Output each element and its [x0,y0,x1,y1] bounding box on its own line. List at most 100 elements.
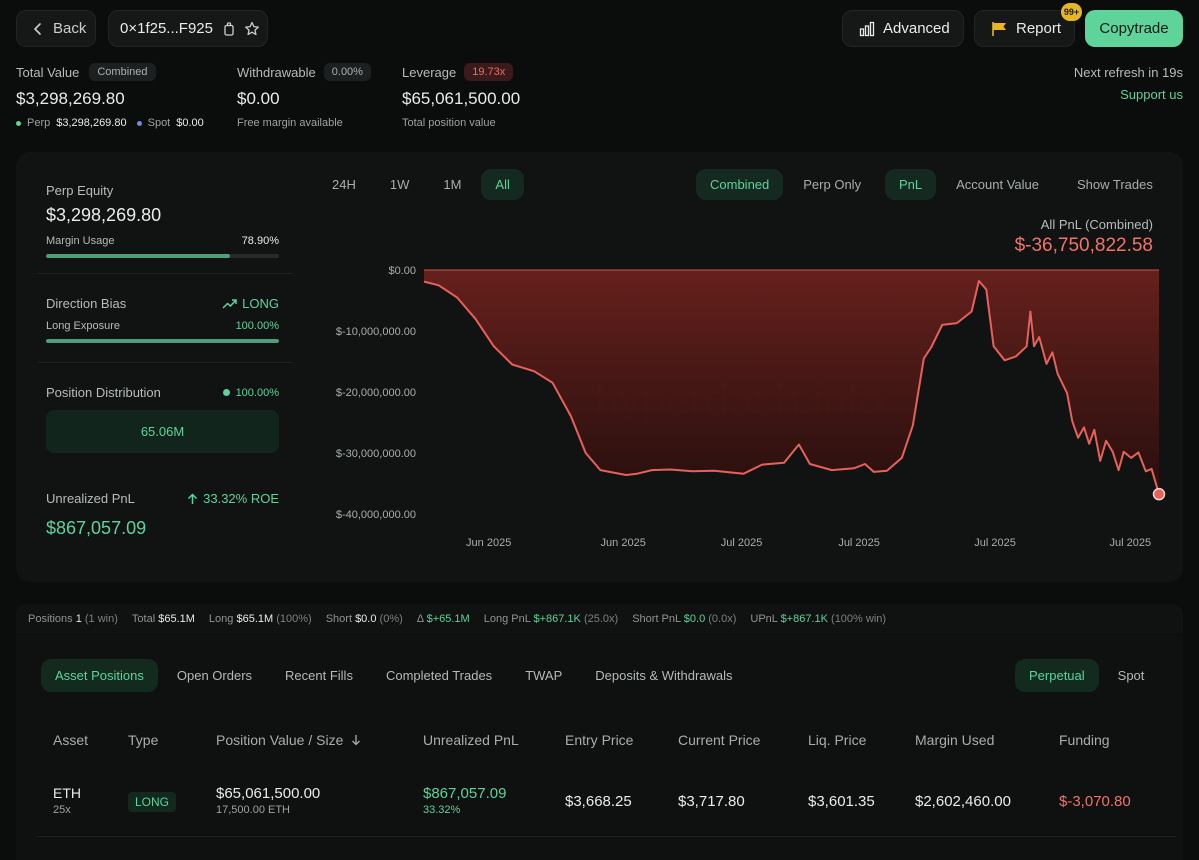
direction-bias-label: Direction Bias [46,296,127,311]
range-all[interactable]: All [481,169,524,200]
market-tabs: Perpetual Spot [1015,659,1158,692]
y-tick-label: $-20,000,000.00 [336,387,416,399]
direction-bias-value: LONG [242,296,279,311]
spot-label: Spot [147,117,171,129]
star-icon[interactable] [244,21,260,37]
position-distribution-section: Position Distribution 100.00% 65.06M [46,385,279,453]
support-link[interactable]: Support us [1120,87,1183,102]
th-funding[interactable]: Funding [1059,732,1110,748]
withdrawable-block: Withdrawable 0.00% $0.00 Free margin ava… [237,63,371,129]
row-current-price: $3,717.80 [678,793,745,810]
y-tick-label: $-10,000,000.00 [336,326,416,338]
stat-short-pnl-value: $0.0 [683,613,706,625]
stat-delta-label: Δ [416,613,424,625]
th-current-price[interactable]: Current Price [678,732,760,748]
range-24h[interactable]: 24H [318,169,370,200]
x-tick-label: Jul 2025 [721,537,763,549]
row-liq-price: $3,601.35 [808,793,875,810]
combined-badge: Combined [89,63,156,81]
flag-icon [991,21,1008,37]
withdrawable-sub: Free margin available [237,117,343,129]
market-tab-spot[interactable]: Spot [1104,659,1159,692]
show-trades-toggle[interactable]: Show Trades [1063,169,1167,200]
tab-recent-fills[interactable]: Recent Fills [271,659,367,692]
stat-long-pnl-sub: (25.0x) [583,613,619,625]
x-tick-label: Jun 2025 [466,537,511,549]
th-type[interactable]: Type [128,732,158,748]
x-tick-label: Jul 2025 [838,537,880,549]
tab-asset-positions[interactable]: Asset Positions [41,659,158,692]
x-tick-label: Jul 2025 [974,537,1016,549]
row-upnl-pct: 33.32% [423,804,461,816]
mode-selector: Combined Perp Only [696,169,875,200]
unrealized-pnl-section: Unrealized PnL 33.32% ROE $867,057.09 [46,491,279,539]
y-tick-label: $-40,000,000.00 [336,509,416,521]
unrealized-roe: 33.32% ROE [203,491,279,506]
stat-delta-value: $+65.1M [426,613,470,625]
copy-icon[interactable] [222,21,236,36]
row-position-value: $65,061,500.00 [216,785,321,802]
range-selector: 24H 1W 1M All [318,169,524,200]
stat-upnl-label: UPnL [750,613,778,625]
perp-label: Perp [27,117,51,129]
table-header: Asset Type Position Value / Size Unreali… [16,720,1183,762]
bar-chart-icon [859,21,875,37]
stat-positions-sub: (1 win) [84,613,118,625]
range-1w[interactable]: 1W [376,169,424,200]
table-row[interactable]: ETH 25x LONG $65,061,500.00 17,500.00 ET… [16,762,1183,836]
perp-value: $3,298,269.80 [56,117,127,129]
withdrawable-badge: 0.00% [323,63,371,81]
copytrade-button[interactable]: Copytrade [1085,10,1183,47]
stat-upnl-sub: (100% win) [831,613,887,625]
margin-usage-label: Margin Usage [46,235,115,247]
divider [38,273,293,274]
back-button[interactable]: Back [16,10,96,47]
stat-positions-value: 1 [75,613,82,625]
th-margin-used[interactable]: Margin Used [915,732,994,748]
long-exposure-value: 100.00% [235,320,279,332]
th-liq-price[interactable]: Liq. Price [808,732,866,748]
th-unrealized-pnl[interactable]: Unrealized PnL [423,732,519,748]
withdrawable-label: Withdrawable [237,64,316,80]
total-value-label: Total Value [16,64,80,80]
mode-perp-only[interactable]: Perp Only [789,169,875,200]
long-exposure-fill [46,339,279,343]
tab-deposits-withdrawals[interactable]: Deposits & Withdrawals [581,659,746,692]
market-tab-perpetual[interactable]: Perpetual [1015,659,1099,692]
th-entry-price[interactable]: Entry Price [565,732,633,748]
x-tick-label: Jun 2025 [601,537,646,549]
leverage-value: $65,061,500.00 [402,89,521,108]
refresh-timer: Next refresh in 19s [1073,65,1183,80]
unrealized-pnl-value: $867,057.09 [46,518,147,538]
mode-combined[interactable]: Combined [696,169,784,200]
margin-usage-fill [46,254,230,258]
y-tick-label: $0.00 [388,265,416,277]
stat-long-sub: (100%) [276,613,312,625]
stat-short-pnl-sub: (0.0x) [708,613,737,625]
th-asset[interactable]: Asset [53,732,88,748]
report-button[interactable]: Report [974,10,1075,47]
row-entry-price: $3,668.25 [565,793,632,810]
stat-short-value: $0.0 [355,613,377,625]
position-distribution-label: Position Distribution [46,385,161,400]
tab-twap[interactable]: TWAP [511,659,576,692]
tab-completed-trades[interactable]: Completed Trades [372,659,506,692]
leverage-badge: 19.73x [464,63,514,81]
advanced-button[interactable]: Advanced [842,10,964,47]
tab-open-orders[interactable]: Open Orders [163,659,266,692]
row-margin-used: $2,602,460.00 [915,793,1011,810]
pnl-area-fill [424,270,1159,495]
th-position-value[interactable]: Position Value / Size [216,732,361,748]
range-1m[interactable]: 1M [429,169,475,200]
address-chip: 0×1f25...F925 [108,10,268,47]
metric-account-value[interactable]: Account Value [942,169,1053,200]
trend-up-icon [222,298,237,310]
perp-equity-label: Perp Equity [46,183,114,198]
metric-pnl[interactable]: PnL [885,169,937,200]
stat-total-value: $65.1M [158,613,195,625]
stat-positions-label: Positions [28,613,73,625]
unrealized-pnl-label: Unrealized PnL [46,491,135,506]
distribution-box[interactable]: 65.06M [46,410,279,453]
metric-selector: PnL Account Value [885,169,1053,200]
margin-usage-bar [46,254,279,258]
